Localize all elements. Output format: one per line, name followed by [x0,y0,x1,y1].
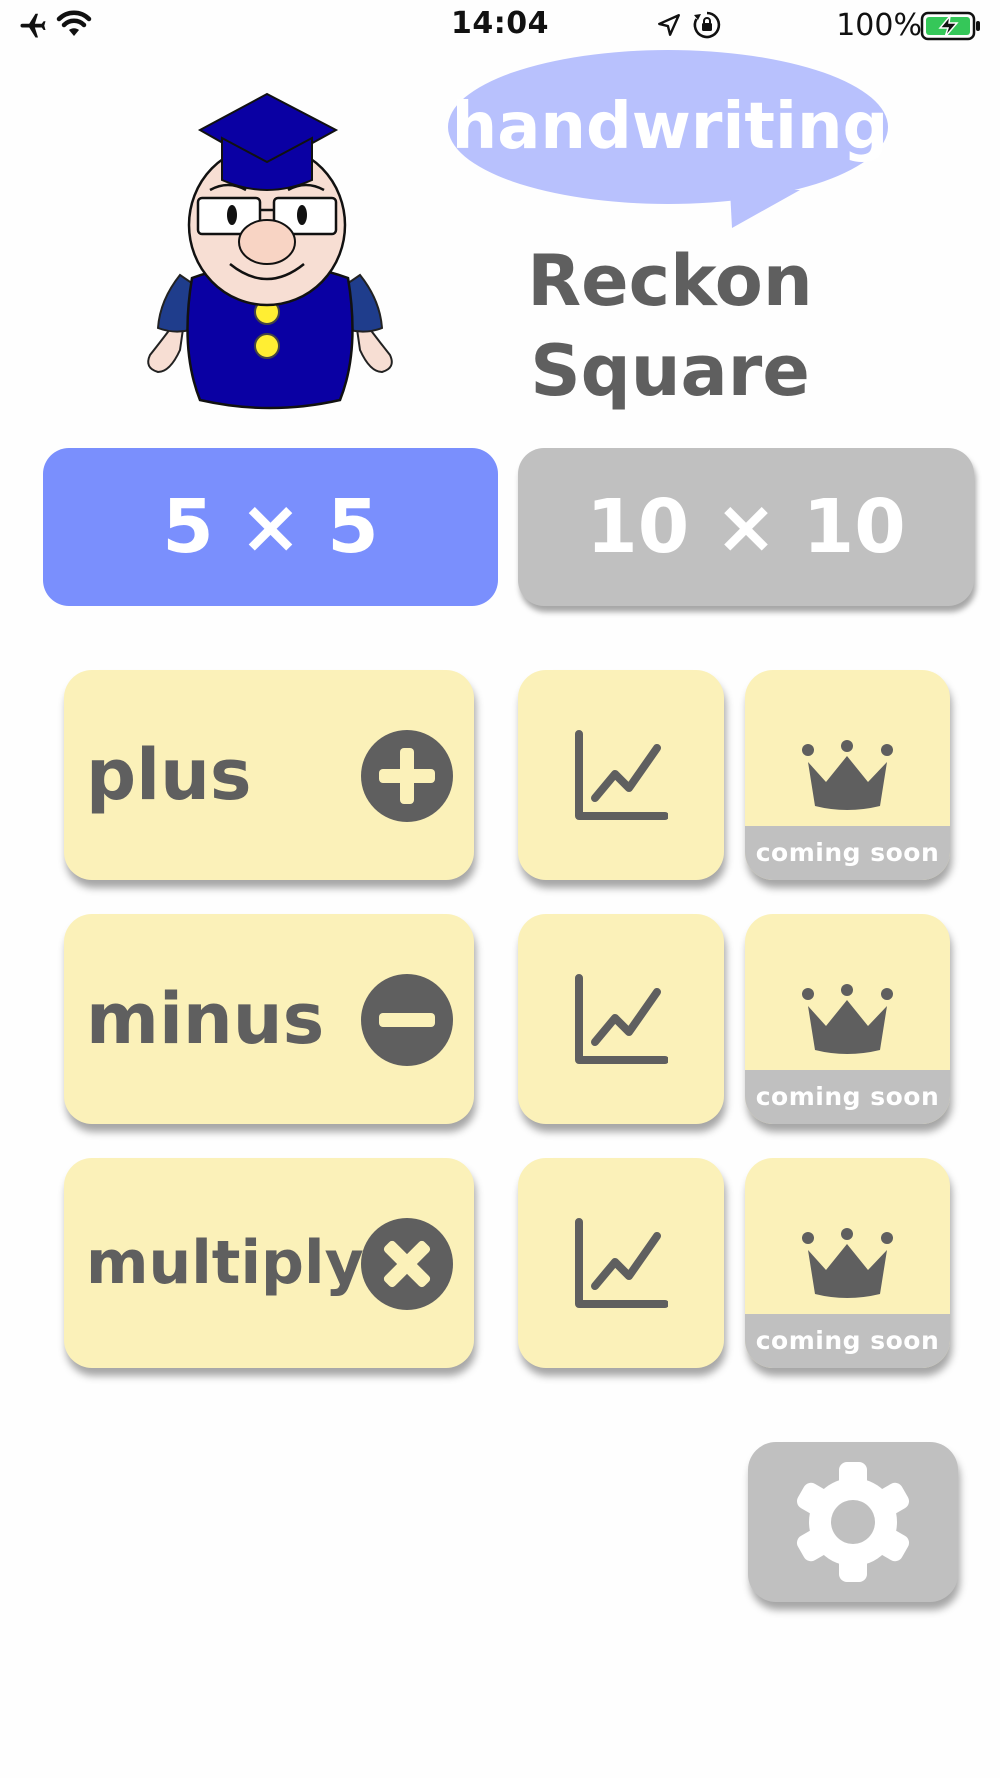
multiply-stats-button[interactable] [518,1158,724,1368]
minus-ranking-button[interactable]: coming soon [745,914,950,1124]
plus-stats-button[interactable] [518,670,724,880]
plus-circle-icon [361,730,453,822]
status-bar: 14:04 100% [0,0,1000,54]
crown-icon [802,1228,893,1298]
minus-stats-button[interactable] [518,914,724,1124]
location-arrow-icon [658,14,680,36]
multiply-circle-icon [361,1218,453,1310]
multiply-ranking-button[interactable]: coming soon [745,1158,950,1368]
line-chart-icon [575,1218,668,1308]
battery-percent: 100% [836,8,922,43]
crown-icon [802,984,893,1054]
crown-icon [802,740,893,810]
app-title-line-1: Reckon [527,240,813,322]
multiply-operation-button[interactable]: multiply [64,1158,474,1368]
professor-mascot-image [147,92,393,410]
plus-label: plus [86,734,252,816]
plus-operation-button[interactable]: plus [64,670,474,880]
app-title-line-2: Square [530,330,810,412]
handwriting-label: handwriting [451,90,889,164]
settings-button[interactable] [748,1442,958,1602]
plus-ranking-button[interactable]: coming soon [745,670,950,880]
line-chart-icon [575,730,668,820]
orientation-lock-icon [693,11,721,39]
minus-operation-button[interactable]: minus [64,914,474,1124]
coming-soon-badge: coming soon [745,826,950,880]
size-5x5-button[interactable]: 5 × 5 [43,448,498,606]
gear-icon [796,1462,910,1582]
size-10x10-button[interactable]: 10 × 10 [518,448,974,606]
multiply-label: multiply [86,1228,364,1298]
minus-label: minus [86,978,325,1060]
app-title: Reckon Square [500,236,840,416]
line-chart-icon [575,974,668,1064]
minus-circle-icon [361,974,453,1066]
battery-charging-icon [920,11,980,41]
coming-soon-badge: coming soon [745,1314,950,1368]
coming-soon-badge: coming soon [745,1070,950,1124]
